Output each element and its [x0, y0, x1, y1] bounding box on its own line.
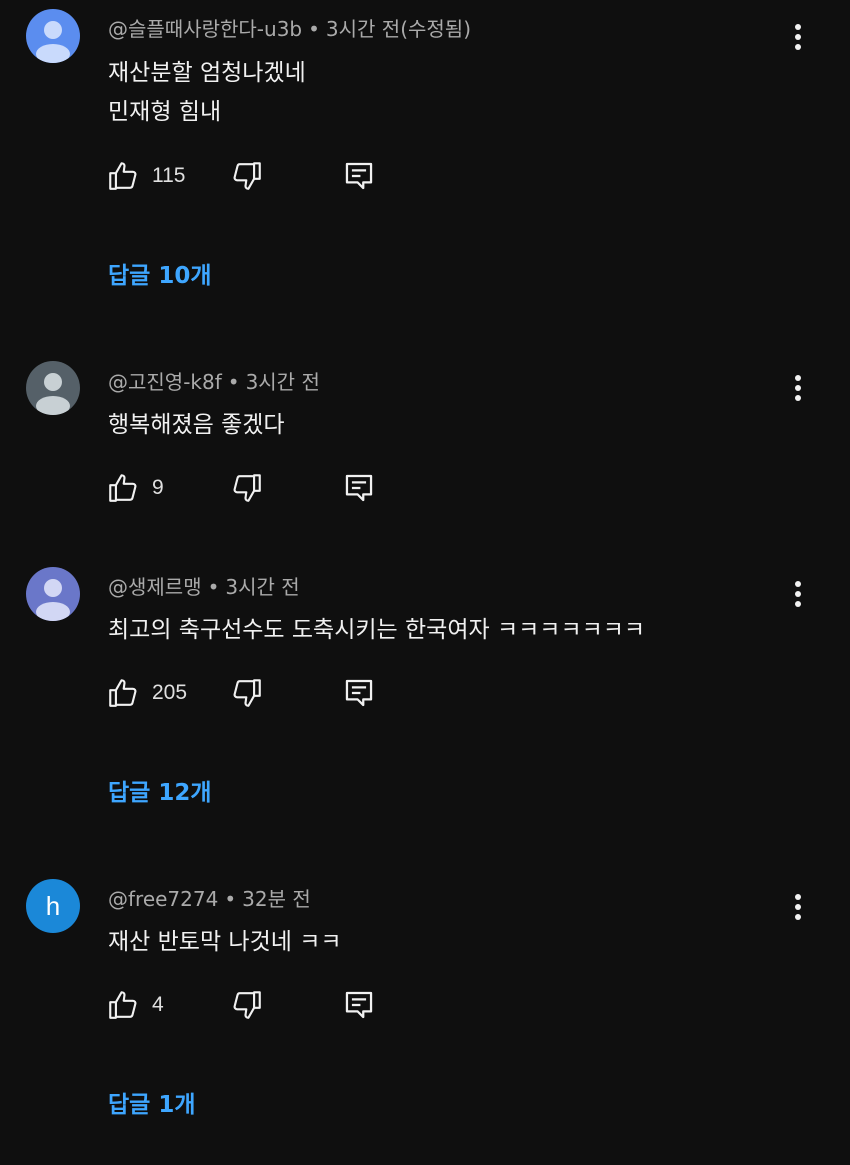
- more-options-button[interactable]: [786, 23, 810, 51]
- comment-time: 3시간 전(수정됨): [325, 17, 472, 41]
- thumbs-up-icon: [109, 991, 137, 1019]
- thumbs-up-icon: [109, 162, 137, 190]
- comment-author[interactable]: @슬플때사랑한다-u3b: [108, 17, 302, 41]
- avatar-initial: h: [45, 890, 61, 921]
- like-count: 4: [152, 993, 164, 1016]
- comment-text: 재산 반토막 나것네 ㅋㅋ: [108, 929, 342, 955]
- reply-icon: [345, 991, 373, 1019]
- comment-text: 행복해졌음 좋겠다: [108, 412, 285, 438]
- view-replies-link[interactable]: 답글 1개: [108, 1085, 196, 1119]
- view-replies-link[interactable]: 답글 10개: [108, 256, 212, 290]
- like-button[interactable]: 115: [106, 159, 185, 195]
- like-button[interactable]: 205: [106, 676, 187, 712]
- more-vertical-icon: [795, 24, 801, 50]
- reply-button[interactable]: [342, 471, 376, 507]
- view-replies-link[interactable]: 답글 12개: [108, 773, 212, 807]
- comment-time: 32분 전: [242, 887, 311, 911]
- comment-time: 3시간 전: [245, 370, 320, 394]
- comment-text: 재산분할 엄청나겠네: [108, 60, 306, 86]
- reply-icon: [345, 679, 373, 707]
- thumbs-down-icon: [233, 474, 261, 502]
- like-count: 9: [152, 476, 164, 499]
- thumbs-up-icon: [109, 679, 137, 707]
- dislike-button[interactable]: [230, 471, 264, 507]
- more-options-button[interactable]: [786, 580, 810, 608]
- thumbs-down-icon: [233, 162, 261, 190]
- default-avatar-icon: [26, 567, 80, 621]
- reply-button[interactable]: [342, 676, 376, 712]
- avatar[interactable]: [26, 567, 80, 621]
- dislike-button[interactable]: [230, 159, 264, 195]
- more-vertical-icon: [795, 894, 801, 920]
- comment-author[interactable]: @free7274: [108, 887, 218, 911]
- avatar[interactable]: [26, 361, 80, 415]
- comment-author[interactable]: @생제르맹: [108, 575, 202, 599]
- like-button[interactable]: 9: [106, 471, 164, 507]
- comment-text: 민재형 힘내: [108, 99, 222, 125]
- more-options-button[interactable]: [786, 893, 810, 921]
- thumbs-up-icon: [109, 474, 137, 502]
- comment-author[interactable]: @고진영-k8f: [108, 370, 222, 394]
- avatar[interactable]: h: [26, 879, 80, 933]
- more-vertical-icon: [795, 375, 801, 401]
- avatar[interactable]: [26, 9, 80, 63]
- comment-meta: @생제르맹 • 3시간 전: [108, 575, 300, 599]
- thumbs-down-icon: [233, 991, 261, 1019]
- like-count: 205: [152, 681, 188, 704]
- thumbs-down-icon: [233, 679, 261, 707]
- more-vertical-icon: [795, 581, 801, 607]
- comment-meta: @free7274 • 32분 전: [108, 887, 311, 911]
- comment-meta: @슬플때사랑한다-u3b • 3시간 전(수정됨): [108, 17, 472, 41]
- reply-button[interactable]: [342, 159, 376, 195]
- reply-icon: [345, 474, 373, 502]
- comment-text: 최고의 축구선수도 도축시키는 한국여자 ㅋㅋㅋㅋㅋㅋㅋ: [108, 617, 646, 643]
- reply-icon: [345, 162, 373, 190]
- default-avatar-icon: [26, 361, 80, 415]
- like-count: 115: [152, 164, 186, 187]
- reply-button[interactable]: [342, 988, 376, 1024]
- comment-time: 3시간 전: [225, 575, 300, 599]
- like-button[interactable]: 4: [106, 988, 164, 1024]
- default-avatar-icon: [26, 9, 80, 63]
- more-options-button[interactable]: [786, 374, 810, 402]
- dislike-button[interactable]: [230, 676, 264, 712]
- dislike-button[interactable]: [230, 988, 264, 1024]
- comment-meta: @고진영-k8f • 3시간 전: [108, 370, 320, 394]
